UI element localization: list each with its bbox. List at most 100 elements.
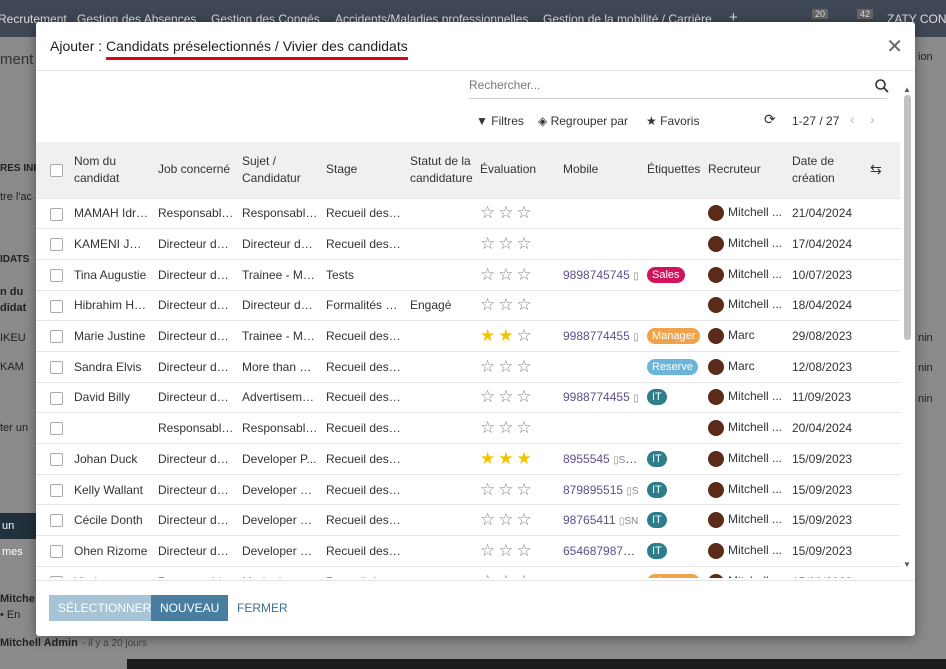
sms-icon[interactable]: ▯SN: [619, 516, 638, 527]
sms-icon[interactable]: ▯S: [626, 486, 638, 497]
mobile-cell[interactable]: 98765411 ▯SN: [559, 505, 643, 536]
star-icon[interactable]: ★: [480, 326, 498, 345]
table-row[interactable]: Johan Duck Directeur des... Developer P...…: [36, 443, 900, 475]
star-icon[interactable]: ☆: [480, 203, 498, 222]
mobile-cell[interactable]: 9988774455 ▯: [559, 382, 643, 413]
search-icon[interactable]: [874, 78, 890, 94]
pager-next-icon[interactable]: ›: [870, 111, 875, 127]
subject[interactable]: Developer Py...: [238, 505, 322, 536]
recruiter-cell[interactable]: Mitchell ...: [704, 413, 788, 444]
star-icon[interactable]: ☆: [517, 418, 535, 437]
evaluation-stars[interactable]: ☆☆☆: [476, 505, 559, 536]
table-row[interactable]: Marie Justine Directeur des... Trainee - M…: [36, 320, 900, 352]
candidate-name[interactable]: David Billy: [70, 382, 154, 413]
evaluation-stars[interactable]: ☆☆☆: [476, 351, 559, 382]
candidate-name[interactable]: Marie Justine: [70, 321, 154, 352]
creation-date[interactable]: 12/08/2023: [788, 351, 866, 382]
mobile-cell[interactable]: 9898745745 ▯: [559, 259, 643, 290]
job-concerned[interactable]: Directeur des...: [154, 505, 238, 536]
column-header-recruiter[interactable]: Recruteur: [704, 142, 788, 198]
evaluation-stars[interactable]: ☆☆☆: [476, 259, 559, 290]
subject[interactable]: Marketing ...: [238, 566, 322, 578]
mobile-cell[interactable]: [559, 413, 643, 444]
star-icon[interactable]: ☆: [498, 541, 516, 560]
subject[interactable]: Developer C/...: [238, 536, 322, 567]
job-concerned[interactable]: Directeur des...: [154, 229, 238, 260]
application-status[interactable]: [406, 474, 476, 505]
group-by-button[interactable]: ◈ Regrouper par: [538, 114, 628, 128]
star-icon[interactable]: ☆: [498, 572, 516, 578]
recruiter-cell[interactable]: Mitchell ...: [704, 536, 788, 567]
application-status[interactable]: [406, 566, 476, 578]
mobile-cell[interactable]: [559, 198, 643, 229]
job-concerned[interactable]: Directeur des...: [154, 290, 238, 321]
pager-previous-icon[interactable]: ‹: [850, 111, 855, 127]
row-checkbox[interactable]: [36, 566, 70, 578]
job-concerned[interactable]: Directeur de ...: [154, 259, 238, 290]
subject[interactable]: Directeur des...: [238, 229, 322, 260]
column-header-created[interactable]: Date de création: [788, 142, 866, 198]
mobile-cell[interactable]: [559, 290, 643, 321]
recruiter-cell[interactable]: Marc: [704, 351, 788, 382]
evaluation-stars[interactable]: ☆☆☆: [476, 566, 559, 578]
star-icon[interactable]: ☆: [517, 295, 535, 314]
application-status[interactable]: [406, 229, 476, 260]
creation-date[interactable]: 18/04/2024: [788, 290, 866, 321]
application-status[interactable]: [406, 259, 476, 290]
job-concerned[interactable]: Directeur des...: [154, 444, 238, 475]
row-checkbox[interactable]: [36, 444, 70, 475]
mobile-cell[interactable]: 879895515 ▯S: [559, 474, 643, 505]
recruiter-cell[interactable]: Mitchell ...: [704, 505, 788, 536]
row-checkbox[interactable]: [36, 382, 70, 413]
sms-icon[interactable]: ▯SMS: [613, 452, 640, 466]
tags-cell[interactable]: IT: [643, 444, 704, 475]
stage[interactable]: Recueil des c...: [322, 444, 406, 475]
close-button[interactable]: FERMER: [228, 595, 297, 621]
select-all-checkbox[interactable]: [36, 142, 70, 198]
tags-cell[interactable]: [643, 229, 704, 260]
creation-date[interactable]: 21/04/2024: [788, 198, 866, 229]
evaluation-stars[interactable]: ☆☆☆: [476, 290, 559, 321]
tags-cell[interactable]: IT: [643, 382, 704, 413]
creation-date[interactable]: 29/08/2023: [788, 321, 866, 352]
star-icon[interactable]: ☆: [517, 265, 535, 284]
stage[interactable]: Recueil des c...: [322, 413, 406, 444]
mobile-number[interactable]: 879895515: [563, 483, 623, 497]
job-concerned[interactable]: Directeur des...: [154, 382, 238, 413]
stage[interactable]: Recueil des c...: [322, 536, 406, 567]
stage[interactable]: Recueil des c...: [322, 198, 406, 229]
candidate-name[interactable]: Cécile Donth: [70, 505, 154, 536]
star-icon[interactable]: ☆: [498, 480, 516, 499]
candidate-name[interactable]: Ohen Rizome: [70, 536, 154, 567]
evaluation-stars[interactable]: ☆☆☆: [476, 198, 559, 229]
candidate-name[interactable]: Tina Augustie: [70, 259, 154, 290]
tags-cell[interactable]: IT: [643, 505, 704, 536]
candidate-name[interactable]: [70, 413, 154, 444]
sms-icon[interactable]: ▯: [633, 271, 639, 282]
column-header-job[interactable]: Job concerné: [154, 142, 238, 198]
recruiter-cell[interactable]: Mitchell ...: [704, 444, 788, 475]
select-button[interactable]: SÉLECTIONNER: [49, 595, 161, 621]
star-icon[interactable]: ☆: [480, 265, 498, 284]
column-header-subject[interactable]: Sujet / Candidatur: [238, 142, 322, 198]
star-icon[interactable]: ☆: [517, 510, 535, 529]
stage[interactable]: Tests: [322, 259, 406, 290]
creation-date[interactable]: 15/09/2023: [788, 505, 866, 536]
recruiter-cell[interactable]: Mitchell ...: [704, 259, 788, 290]
dialog-scrollbar[interactable]: ▲ ▼: [902, 85, 912, 572]
job-concerned[interactable]: Directeur des...: [154, 321, 238, 352]
job-concerned[interactable]: Responsable ...: [154, 413, 238, 444]
star-icon[interactable]: ☆: [480, 357, 498, 376]
creation-date[interactable]: 17/04/2024: [788, 229, 866, 260]
subject[interactable]: Directeur des...: [238, 290, 322, 321]
row-checkbox[interactable]: [36, 259, 70, 290]
column-header-evaluation[interactable]: Évaluation: [476, 142, 559, 198]
sms-icon[interactable]: ▯: [633, 332, 639, 343]
column-header-stage[interactable]: Stage: [322, 142, 406, 198]
mobile-cell[interactable]: 8955545 ▯SMS: [559, 444, 643, 475]
job-concerned[interactable]: Responsable ...: [154, 566, 238, 578]
evaluation-stars[interactable]: ★★☆: [476, 321, 559, 352]
recruiter-cell[interactable]: Mitchell ...: [704, 229, 788, 260]
table-row[interactable]: MAMAH Idriss Responsable ... Responsable .…: [36, 198, 900, 229]
recruiter-cell[interactable]: Mitchell ...: [704, 566, 788, 578]
